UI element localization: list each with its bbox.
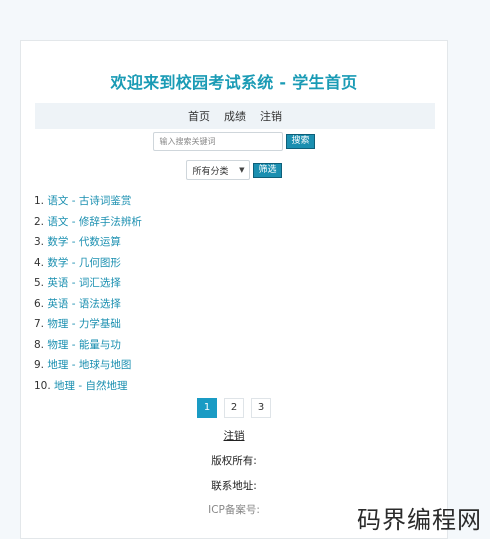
list-item: 8. 物理 - 能量与功 xyxy=(34,335,334,356)
footer-logout-link[interactable]: 注销 xyxy=(224,430,245,442)
exam-link[interactable]: 物理 - 能量与功 xyxy=(47,339,120,351)
list-item-number: 3. xyxy=(34,236,45,248)
main-card: 欢迎来到校园考试系统 - 学生首页 首页 成绩 注销 搜索 所有分类 ▼ 筛选 … xyxy=(20,40,448,539)
exam-link[interactable]: 物理 - 力学基础 xyxy=(47,318,120,330)
page-button-2[interactable]: 2 xyxy=(224,398,244,418)
pagination: 1 2 3 xyxy=(21,398,447,420)
list-item: 5. 英语 - 词汇选择 xyxy=(34,273,334,294)
chevron-down-icon: ▼ xyxy=(239,166,245,174)
exam-link[interactable]: 数学 - 代数运算 xyxy=(47,236,120,248)
page-background xyxy=(0,0,20,539)
list-item: 7. 物理 - 力学基础 xyxy=(34,314,334,335)
list-item-number: 6. xyxy=(34,297,45,310)
filter-bar: 所有分类 ▼ 筛选 xyxy=(21,159,447,181)
nav-home[interactable]: 首页 xyxy=(188,108,210,124)
list-item-number: 9. xyxy=(34,359,45,371)
nav-scores[interactable]: 成绩 xyxy=(224,108,246,124)
list-item: 10. 地理 - 自然地理 xyxy=(34,376,334,397)
page-title: 欢迎来到校园考试系统 - 学生首页 xyxy=(110,73,358,92)
category-select-value: 所有分类 xyxy=(192,166,229,177)
category-select[interactable]: 所有分类 ▼ xyxy=(186,160,251,180)
page-button-1[interactable]: 1 xyxy=(197,398,217,418)
filter-button[interactable]: 筛选 xyxy=(253,162,282,178)
exam-list: 1. 语文 - 古诗词鉴赏 2. 语文 - 修辞手法辨析 3. 数学 - 代数运… xyxy=(34,191,334,396)
footer-copyright: 版权所有: xyxy=(211,455,257,467)
list-item-number: 10. xyxy=(34,379,51,392)
exam-link[interactable]: 地理 - 自然地理 xyxy=(54,380,127,392)
list-item: 1. 语文 - 古诗词鉴赏 xyxy=(34,191,334,212)
top-nav: 首页 成绩 注销 xyxy=(35,103,435,129)
nav-logout[interactable]: 注销 xyxy=(260,108,282,124)
watermark: 码界编程网 xyxy=(357,506,482,534)
list-item-number: 8. xyxy=(34,338,45,351)
exam-link[interactable]: 数学 - 几何图形 xyxy=(47,257,120,269)
search-bar: 搜索 xyxy=(21,130,447,152)
list-item: 4. 数学 - 几何图形 xyxy=(34,253,334,274)
list-item: 9. 地理 - 地球与地图 xyxy=(34,355,334,376)
list-item-number: 2. xyxy=(34,215,45,228)
list-item-number: 4. xyxy=(34,256,45,269)
exam-link[interactable]: 语文 - 古诗词鉴赏 xyxy=(47,195,131,207)
list-item: 3. 数学 - 代数运算 xyxy=(34,232,334,253)
list-item: 2. 语文 - 修辞手法辨析 xyxy=(34,212,334,233)
footer-logout: 注销 xyxy=(21,428,447,443)
search-button[interactable]: 搜索 xyxy=(286,133,315,149)
exam-link[interactable]: 英语 - 语法选择 xyxy=(47,298,120,310)
search-input[interactable] xyxy=(153,131,284,151)
exam-link[interactable]: 语文 - 修辞手法辨析 xyxy=(47,216,141,228)
exam-link[interactable]: 英语 - 词汇选择 xyxy=(47,277,120,289)
list-item: 6. 英语 - 语法选择 xyxy=(34,294,334,315)
exam-link[interactable]: 地理 - 地球与地图 xyxy=(47,359,131,371)
list-item-number: 1. xyxy=(34,195,45,207)
list-item-number: 7. xyxy=(34,318,45,330)
footer-address: 联系地址: xyxy=(211,480,257,492)
page-button-3[interactable]: 3 xyxy=(251,398,271,418)
list-item-number: 5. xyxy=(34,277,45,289)
